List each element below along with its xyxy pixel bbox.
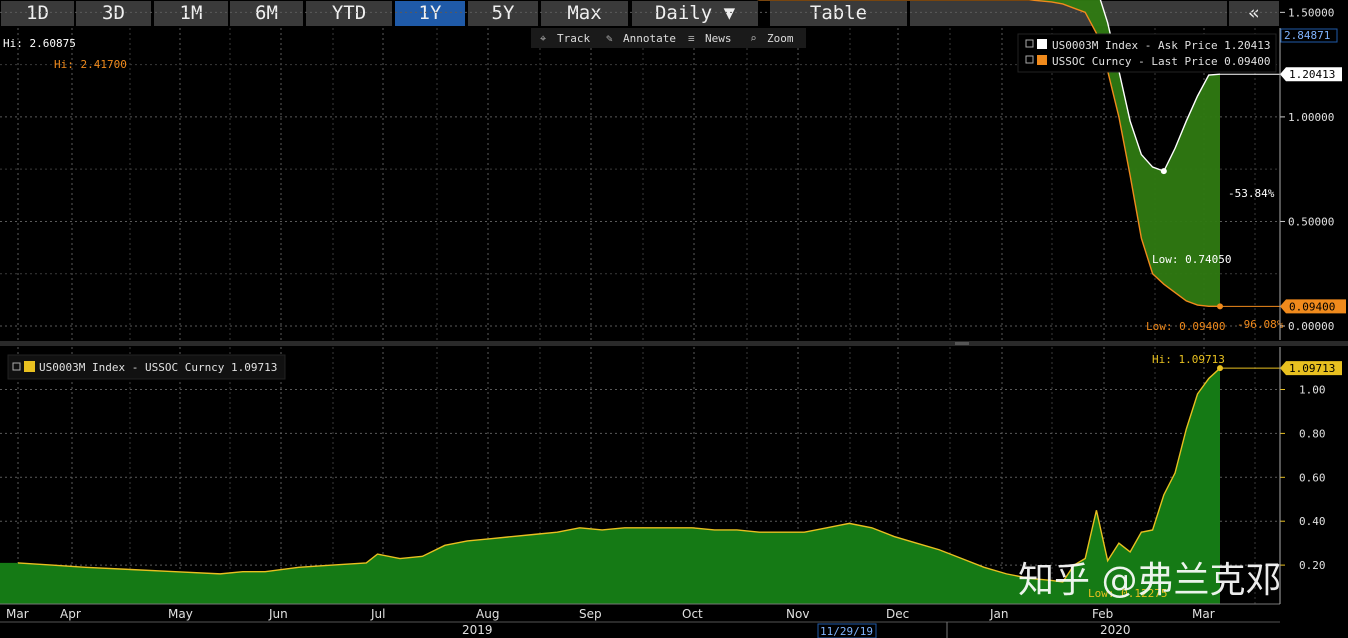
y-tick-label: 0.00000 xyxy=(1288,320,1334,333)
year-label-2020: 2020 xyxy=(1100,623,1131,637)
track-tool-icon[interactable]: ⌖ xyxy=(540,32,546,45)
x-tick-label: Nov xyxy=(786,607,809,621)
last-ois-value: 0.09400 xyxy=(1289,300,1335,313)
x-tick-label: Dec xyxy=(886,607,909,621)
panel-divider[interactable] xyxy=(0,341,1348,346)
news-tool-icon[interactable]: ≡ xyxy=(688,32,695,45)
x-axis-area xyxy=(0,604,1348,638)
change-libor-label: -53.84% xyxy=(1228,187,1275,200)
y-tick-label-bottom: 0.80 xyxy=(1299,427,1326,440)
divider-handle-icon[interactable] xyxy=(955,342,969,345)
year-label-2019: 2019 xyxy=(462,623,493,637)
annotate-tool-icon[interactable]: ✎ xyxy=(606,32,613,45)
axis-top-value: 2.84871 xyxy=(1284,29,1330,42)
hi-spread-label: Hi: 1.09713 xyxy=(1152,353,1225,366)
x-tick-label: Mar xyxy=(6,607,29,621)
x-tick-label: Jan xyxy=(989,607,1009,621)
x-tick-label: May xyxy=(168,607,193,621)
x-tick-label: Sep xyxy=(579,607,602,621)
x-tick-label: Jul xyxy=(370,607,385,621)
x-tick-label: Apr xyxy=(60,607,81,621)
last-ois-dot xyxy=(1217,303,1223,310)
y-tick-label: 0.50000 xyxy=(1288,215,1334,228)
hi-ois-label: Hi: 2.41700 xyxy=(54,58,127,71)
low-libor-dot xyxy=(1160,168,1167,175)
annotate-tool-label[interactable]: Annotate xyxy=(623,32,676,45)
x-tick-label: Feb xyxy=(1092,607,1113,621)
news-tool-label[interactable]: News xyxy=(705,32,732,45)
zoom-tool-label[interactable]: Zoom xyxy=(767,32,794,45)
watermark-text: 知乎 @弗兰克邓 xyxy=(1018,560,1281,601)
last-spread-value: 1.09713 xyxy=(1289,362,1335,375)
crosshair-date: 11/29/19 xyxy=(820,625,873,638)
y-tick-label-bottom: 0.40 xyxy=(1299,515,1326,528)
last-libor-value: 1.20413 xyxy=(1289,68,1335,81)
legend-label: USSOC Curncy - Last Price 0.09400 xyxy=(1052,55,1271,68)
legend-label: US0003M Index - Ask Price 1.20413 xyxy=(1052,39,1271,52)
change-ois-label: -96.08% xyxy=(1237,318,1284,331)
track-tool-label[interactable]: Track xyxy=(557,32,590,45)
bloomberg-chart: 0.000000.500001.000001.500002.000002.500… xyxy=(0,0,1348,638)
x-tick-label: Jun xyxy=(268,607,288,621)
zoom-tool-icon[interactable]: ⌕ xyxy=(750,32,757,45)
legend-swatch xyxy=(1037,39,1047,49)
hi-libor-label: Hi: 2.60875 xyxy=(3,37,76,50)
y-tick-label: 1.00000 xyxy=(1288,111,1334,124)
x-tick-label: Mar xyxy=(1192,607,1215,621)
legend-swatch xyxy=(24,361,35,372)
low-libor-label: Low: 0.74050 xyxy=(1152,253,1231,266)
x-tick-label: Aug xyxy=(476,607,499,621)
y-tick-label-bottom: 1.00 xyxy=(1299,384,1326,397)
x-tick-label: Oct xyxy=(682,607,703,621)
top-panel xyxy=(0,28,1280,340)
y-tick-label-bottom: 0.20 xyxy=(1299,559,1326,572)
low-ois-label: Low: 0.09400 xyxy=(1146,320,1225,333)
legend-label-bottom: US0003M Index - USSOC Curncy 1.09713 xyxy=(39,361,277,374)
legend-swatch xyxy=(1037,55,1047,65)
y-tick-label: 1.50000 xyxy=(1288,6,1334,19)
y-tick-label-bottom: 0.60 xyxy=(1299,471,1326,484)
